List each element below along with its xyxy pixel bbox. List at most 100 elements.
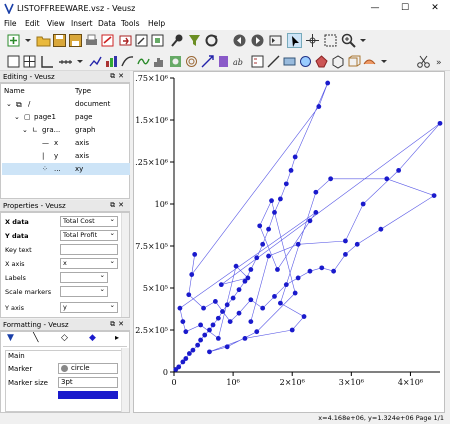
export-pdf-icon[interactable] [100,33,115,48]
tree-row-graph[interactable]: ⌄ ∟ gra... graph [2,124,130,136]
zoom-graph-icon[interactable] [323,33,338,48]
add-colorbar-icon[interactable] [216,54,231,69]
close-button[interactable]: ✕ [420,1,450,16]
menu-help[interactable]: Help [148,19,165,28]
add-fit-icon[interactable] [120,54,135,69]
add-rectangle-icon[interactable] [282,54,297,69]
plot-canvas[interactable]: 0 10⁶ 2×10⁶ 3×10⁶ 4×10⁶ 0 2.5×10⁵ 5×10⁵ 7.5×10⁵ 1… [130,71,445,413]
add-key-icon[interactable] [250,54,265,69]
tab-fill-icon[interactable]: ◇ [61,333,68,343]
print-icon[interactable] [84,33,99,48]
new-document-icon[interactable] [6,33,21,48]
zoom-dropdown-icon[interactable] [357,33,372,48]
tree-row-axis-y[interactable]: | y axis [2,150,130,162]
panel-buttons[interactable]: ⧉✕ [110,201,127,210]
cut-scissors-icon[interactable] [416,54,431,69]
add-vector-field-icon[interactable] [200,54,215,69]
more-toolbar-icon[interactable]: » [434,54,449,69]
tab-marker-fill-icon[interactable]: ◆ [89,333,96,343]
menu-edit[interactable]: Edit [25,19,40,28]
data-point-67 [215,336,221,341]
properties-scrollbar[interactable] [121,213,129,317]
add-polygon-icon[interactable] [314,54,329,69]
data-point-45 [378,226,384,232]
next-page-icon[interactable] [250,33,265,48]
tree-item-type: axis [75,152,90,160]
x-data-combo[interactable]: Total Cost [60,215,118,227]
menu-data[interactable]: Data [98,19,116,28]
collapse-icon[interactable]: ⌄ [14,113,20,121]
marker-combo[interactable]: circle [58,363,118,374]
editing-panel-header: Editing - Veusz ⧉✕ [0,71,130,83]
labels-combo[interactable] [60,271,108,283]
data-point-49 [313,189,319,195]
add-xy-icon[interactable] [88,54,103,69]
create-dataset-icon[interactable] [150,33,165,48]
select-pointer-icon[interactable] [287,33,302,48]
add-graph-icon[interactable] [40,54,55,69]
add-bar-icon[interactable] [104,54,119,69]
edit-data-icon[interactable] [134,33,149,48]
add-3d-surface-icon[interactable] [362,54,377,69]
scale-markers-combo[interactable] [60,285,108,297]
collapse-icon[interactable]: ⌄ [22,126,28,134]
open-folder-icon[interactable] [36,33,51,48]
add-histogram-icon[interactable] [152,54,167,69]
tab-marker-icon[interactable]: ▼ [7,333,14,343]
add-line-icon[interactable] [266,54,281,69]
y-tick-label-6: 1.5×10⁶ [135,116,168,125]
data-point-60 [275,267,280,272]
add-3d-scene-icon[interactable] [330,54,345,69]
add-shape-dropdown-icon[interactable] [378,54,393,69]
tree-row-axis-x[interactable]: — x axis [2,137,130,149]
add-contour-icon[interactable] [184,54,199,69]
add-axis-icon[interactable] [58,54,73,69]
dropdown-arrow-icon[interactable] [22,33,37,48]
tab-line-icon[interactable]: ╲ [33,333,38,343]
x-axis-combo[interactable]: x [60,257,118,269]
add-image-icon[interactable] [168,54,183,69]
save-as-icon[interactable] [68,33,83,48]
formatting-scrollbar[interactable] [121,348,129,412]
tabs-scroll-icon[interactable]: ▸ [115,333,119,342]
fullscreen-icon[interactable] [268,33,283,48]
minimize-button[interactable]: — [360,1,390,16]
axis-icon: — [42,139,49,147]
add-3d-graph-icon[interactable] [346,54,361,69]
filter-icon[interactable] [187,33,202,48]
save-icon[interactable] [52,33,67,48]
reload-icon[interactable] [204,33,219,48]
key-text-input[interactable] [60,244,118,255]
data-point-70 [218,282,224,288]
add-ellipse-icon[interactable] [298,54,313,69]
menu-file[interactable]: File [4,19,17,28]
add-axis-dropdown-icon[interactable] [74,54,89,69]
zoom-in-icon[interactable] [341,33,356,48]
menu-view[interactable]: View [47,19,65,28]
x-tick-label-4: 4×10⁶ [398,378,423,387]
column-header-name: Name [4,87,25,95]
panel-buttons[interactable]: ⧉✕ [110,72,127,81]
tree-item-label: / [28,100,31,108]
add-grid-icon[interactable] [22,54,37,69]
data-point-71 [437,120,443,126]
panel-buttons[interactable]: ⧉✕ [110,320,127,329]
add-text-label-icon[interactable]: ab [232,54,247,69]
y-data-combo[interactable]: Total Profit [60,229,118,241]
maximize-button[interactable]: ☐ [390,1,420,16]
tree-row-page[interactable]: ⌄ ▢ page1 page [2,111,130,123]
y-axis-combo[interactable]: y [60,301,118,313]
previous-page-icon[interactable] [232,33,247,48]
read-data-points-icon[interactable] [305,33,320,48]
add-page-icon[interactable] [6,54,21,69]
tree-row-xy[interactable]: ⁘ ... xy [2,163,130,175]
menu-insert[interactable]: Insert [71,19,93,28]
import-data-icon[interactable] [118,33,133,48]
tree-row-root[interactable]: ⌄ ⧉ / document [2,98,130,110]
add-function-icon[interactable] [136,54,151,69]
menu-tools[interactable]: Tools [121,19,139,28]
collapse-icon[interactable]: ⌄ [6,100,12,108]
capture-icon[interactable] [170,33,185,48]
marker-size-input[interactable]: 3pt [58,377,118,388]
marker-color-swatch[interactable] [58,391,118,399]
